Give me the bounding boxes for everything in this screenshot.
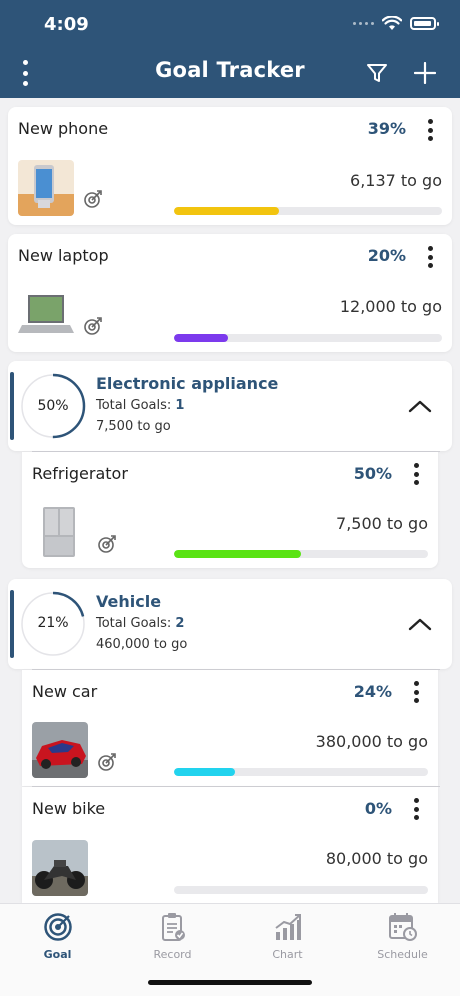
goal-remaining: 12,000 to go xyxy=(339,297,442,316)
goal-image xyxy=(32,504,88,560)
tab-goal[interactable]: Goal xyxy=(0,912,115,961)
goal-remaining: 380,000 to go xyxy=(315,732,428,751)
battery-icon xyxy=(410,17,439,30)
total-goals-value: 2 xyxy=(175,616,185,631)
goal-name: Refrigerator xyxy=(32,464,128,483)
goal-name: New car xyxy=(32,682,98,701)
status-icons xyxy=(353,16,439,31)
clipboard-icon xyxy=(161,913,185,941)
group-remaining: 460,000 to go xyxy=(96,637,188,652)
goal-options-button[interactable] xyxy=(411,463,421,485)
tab-chart[interactable]: Chart xyxy=(230,912,345,961)
chevron-up-icon[interactable] xyxy=(408,399,432,413)
total-goals-value: 1 xyxy=(175,398,185,413)
goal-card[interactable]: New bike 0% 80,000 to go xyxy=(22,787,438,903)
goal-progress-fill xyxy=(174,768,235,776)
home-indicator xyxy=(148,980,312,985)
group-remaining: 7,500 to go xyxy=(96,419,171,434)
calendar-icon xyxy=(388,913,417,941)
goal-image xyxy=(18,287,74,343)
goal-name: New laptop xyxy=(18,246,109,265)
goal-options-button[interactable] xyxy=(425,119,435,141)
app-header: 4:09 Goal Tracker xyxy=(0,0,460,98)
goal-image xyxy=(18,160,74,216)
group-total-goals: Total Goals: 2 xyxy=(96,616,184,631)
tab-record[interactable]: Record xyxy=(115,912,230,961)
goal-progress-fill xyxy=(174,334,228,342)
page-title: Goal Tracker xyxy=(155,58,305,82)
wifi-icon xyxy=(382,16,402,30)
group-percent: 50% xyxy=(37,398,69,414)
tab-schedule[interactable]: Schedule xyxy=(345,912,460,961)
goal-progress-bar xyxy=(174,334,442,342)
total-goals-label: Total Goals: xyxy=(96,616,172,631)
goal-card[interactable]: New laptop 20% 12,000 to go xyxy=(8,234,452,352)
total-goals-label: Total Goals: xyxy=(96,398,172,413)
tab-label: Record xyxy=(153,948,192,961)
goal-card[interactable]: New car 24% 380,000 to go xyxy=(22,670,438,786)
goal-options-button[interactable] xyxy=(425,246,435,268)
goal-image xyxy=(32,840,88,896)
group-accent-bar xyxy=(10,372,14,440)
goal-card[interactable]: New phone 39% 6,137 to go xyxy=(8,107,452,225)
chart-icon xyxy=(274,914,301,940)
target-goal-icon xyxy=(98,753,116,771)
group-total-goals: Total Goals: 1 xyxy=(96,398,184,413)
goal-remaining: 6,137 to go xyxy=(350,171,442,190)
target-goal-icon xyxy=(84,190,102,208)
goal-options-button[interactable] xyxy=(411,681,421,703)
goal-progress-bar xyxy=(174,886,428,894)
goal-progress-bar xyxy=(174,768,428,776)
add-goal-button[interactable] xyxy=(414,62,436,84)
tab-label: Chart xyxy=(272,948,303,961)
group-name: Electronic appliance xyxy=(96,374,279,393)
tab-label: Schedule xyxy=(377,948,428,961)
group-percent: 21% xyxy=(37,615,69,631)
goal-percent: 39% xyxy=(367,119,406,138)
group-accent-bar xyxy=(10,590,14,658)
goal-progress-fill xyxy=(174,207,279,215)
goal-progress-fill xyxy=(174,550,301,558)
goal-progress-bar xyxy=(174,550,428,558)
goal-progress-bar xyxy=(174,207,442,215)
goal-percent: 0% xyxy=(364,799,392,818)
target-goal-icon xyxy=(98,535,116,553)
goal-percent: 50% xyxy=(353,464,392,483)
goal-options-button[interactable] xyxy=(411,798,421,820)
group-name: Vehicle xyxy=(96,592,162,611)
goal-percent: 20% xyxy=(367,246,406,265)
goal-image xyxy=(32,722,88,778)
goal-percent: 24% xyxy=(353,682,392,701)
goal-name: New phone xyxy=(18,119,109,138)
goal-card[interactable]: Refrigerator 50% 7,500 to go xyxy=(22,452,438,568)
filter-icon[interactable] xyxy=(366,62,388,84)
tab-label: Goal xyxy=(43,948,72,961)
chevron-up-icon[interactable] xyxy=(408,617,432,631)
goal-remaining: 7,500 to go xyxy=(336,514,428,533)
cellular-icon xyxy=(353,22,374,25)
goal-remaining: 80,000 to go xyxy=(325,849,428,868)
target-icon xyxy=(43,913,72,941)
goal-name: New bike xyxy=(32,799,106,818)
target-goal-icon xyxy=(84,317,102,335)
status-time: 4:09 xyxy=(44,14,89,35)
